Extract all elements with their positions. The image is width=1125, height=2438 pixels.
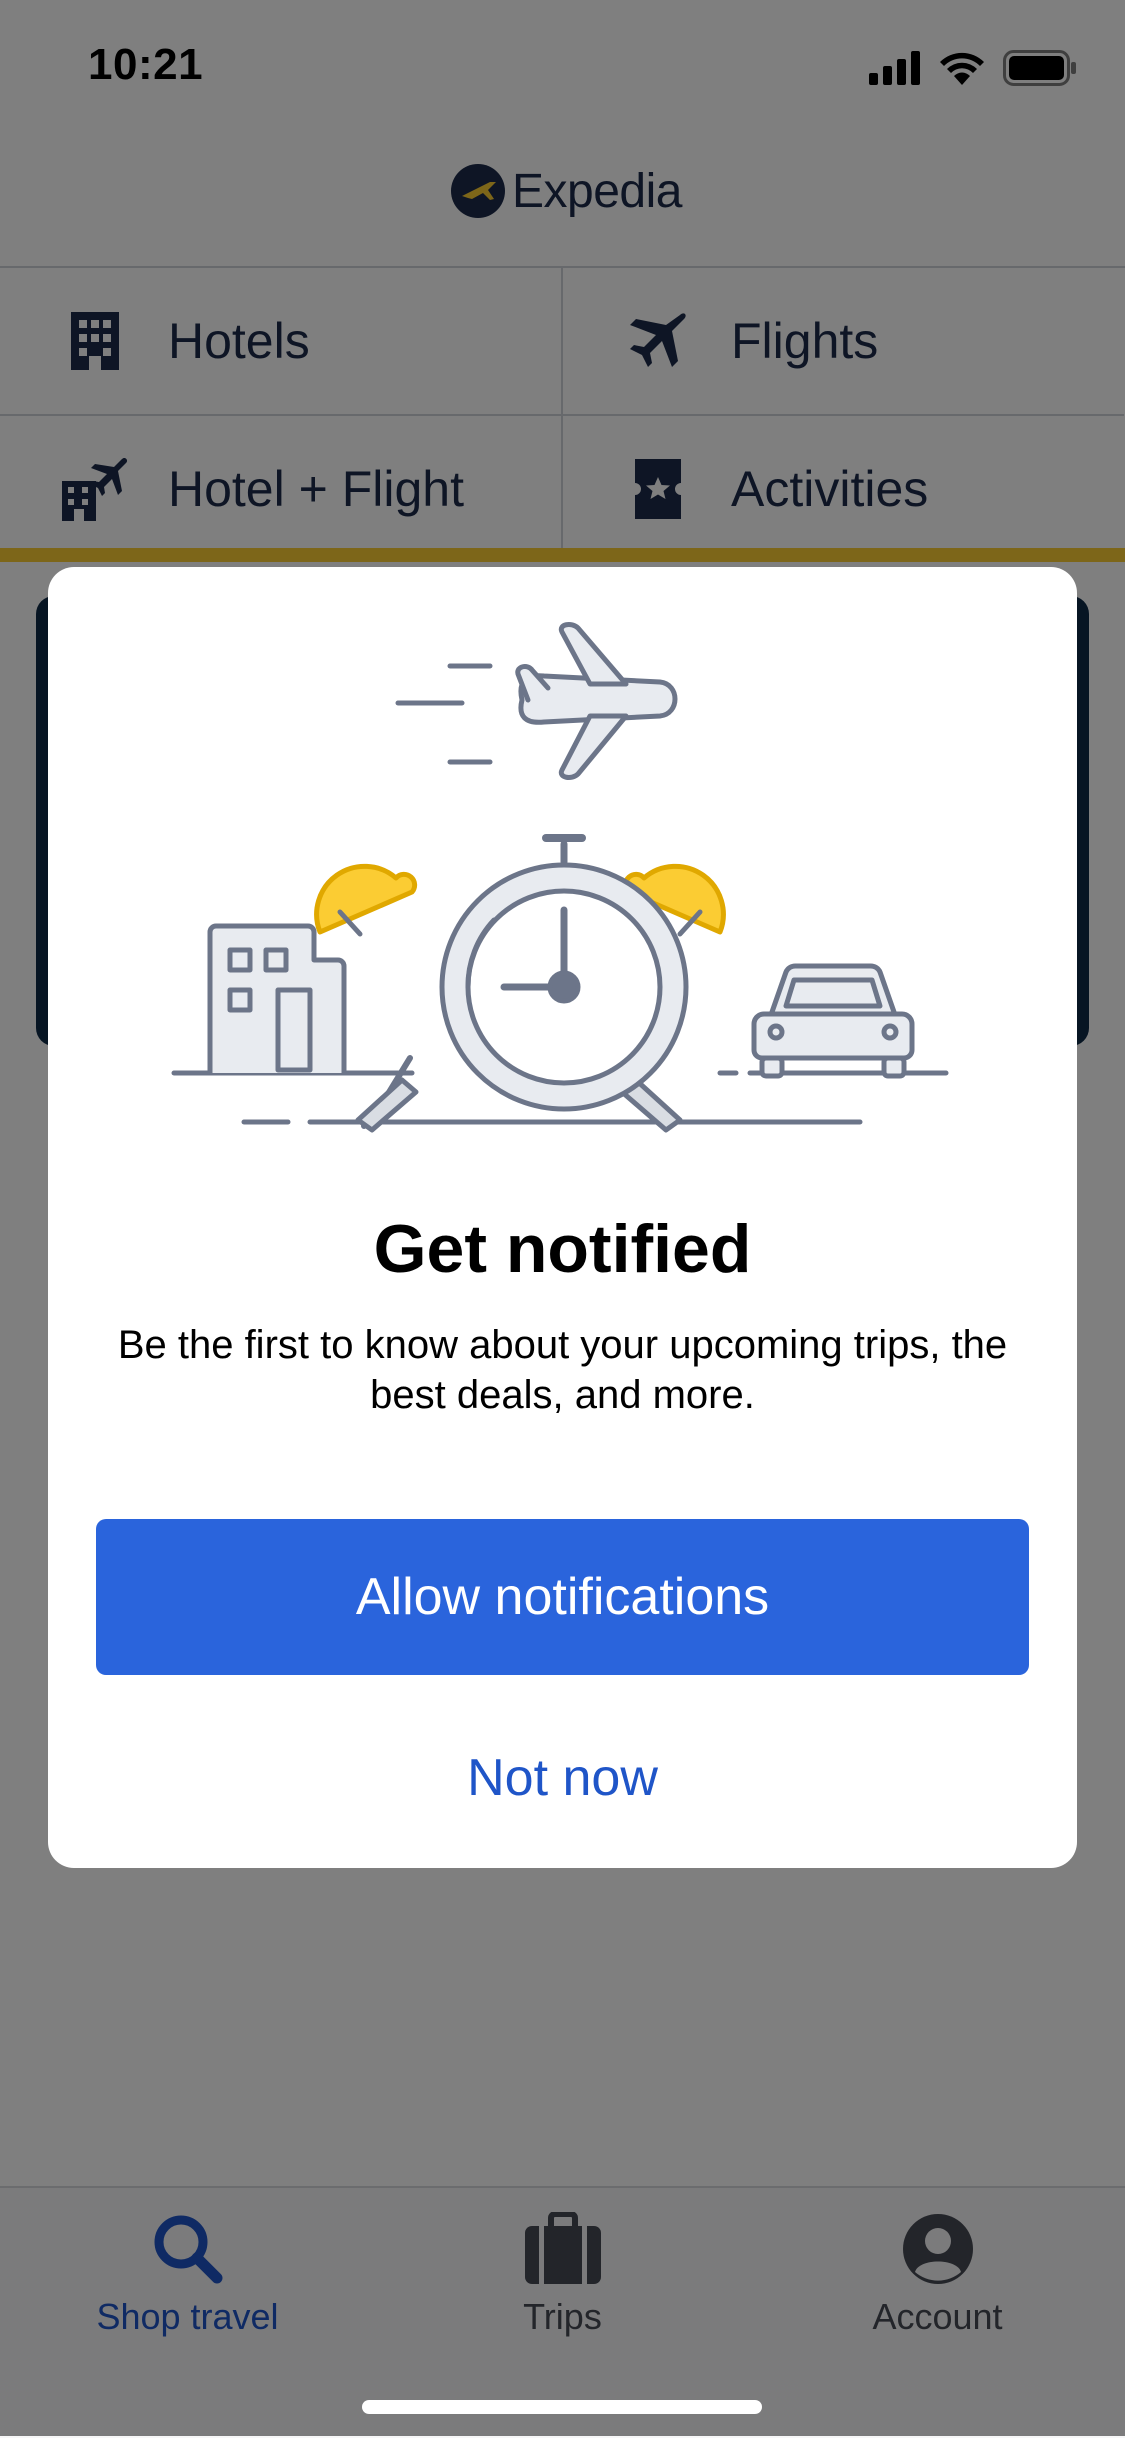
not-now-button[interactable]: Not now bbox=[96, 1735, 1029, 1821]
allow-notifications-button[interactable]: Allow notifications bbox=[96, 1519, 1029, 1675]
airplane-illustration-icon bbox=[395, 622, 678, 780]
car-illustration-icon bbox=[751, 963, 915, 1079]
travel-alarm-illustration bbox=[171, 622, 949, 1133]
home-indicator[interactable] bbox=[362, 2400, 762, 2414]
alarm-bell-left bbox=[314, 863, 418, 937]
modal-body: Be the first to know about your upcoming… bbox=[117, 1323, 1008, 1417]
modal-title: Get notified bbox=[373, 1211, 752, 1287]
building-illustration-icon bbox=[207, 923, 347, 1076]
